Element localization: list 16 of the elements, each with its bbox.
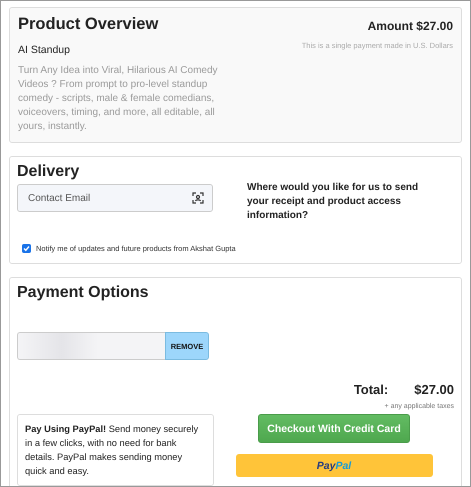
coupon-field[interactable]	[17, 332, 165, 360]
paypal-info: Pay Using PayPal! Send money securely in a few clicks, with no need for bank details. PayPal makes sending money quick and easy.	[17, 414, 214, 486]
section-title: Delivery	[17, 163, 80, 181]
product-name: AI Standup	[18, 44, 71, 56]
person-scan-icon	[192, 192, 204, 204]
section-title: Product Overview	[18, 15, 160, 34]
total-value: $27.00	[414, 382, 454, 397]
total-label: Total:	[354, 382, 388, 397]
email-field[interactable]: Contact Email	[17, 184, 213, 212]
email-input[interactable]: Contact Email	[26, 192, 192, 204]
section-title: Payment Options	[17, 284, 150, 302]
amount-label: Amount $27.00	[366, 19, 453, 33]
delivery-prompt: Where would you like for us to send your receipt and product access information?	[247, 181, 420, 223]
paypal-button[interactable]: PayPal	[236, 454, 432, 477]
product-description: Turn Any Idea into Viral, Hilarious AI Comedy Videos ? From prompt to pro-level standup comedy - scripts, male & female comedians, voiceovers, timing, and more, all editable, all yours, instantly.	[18, 64, 218, 134]
checkbox[interactable]	[22, 244, 31, 253]
